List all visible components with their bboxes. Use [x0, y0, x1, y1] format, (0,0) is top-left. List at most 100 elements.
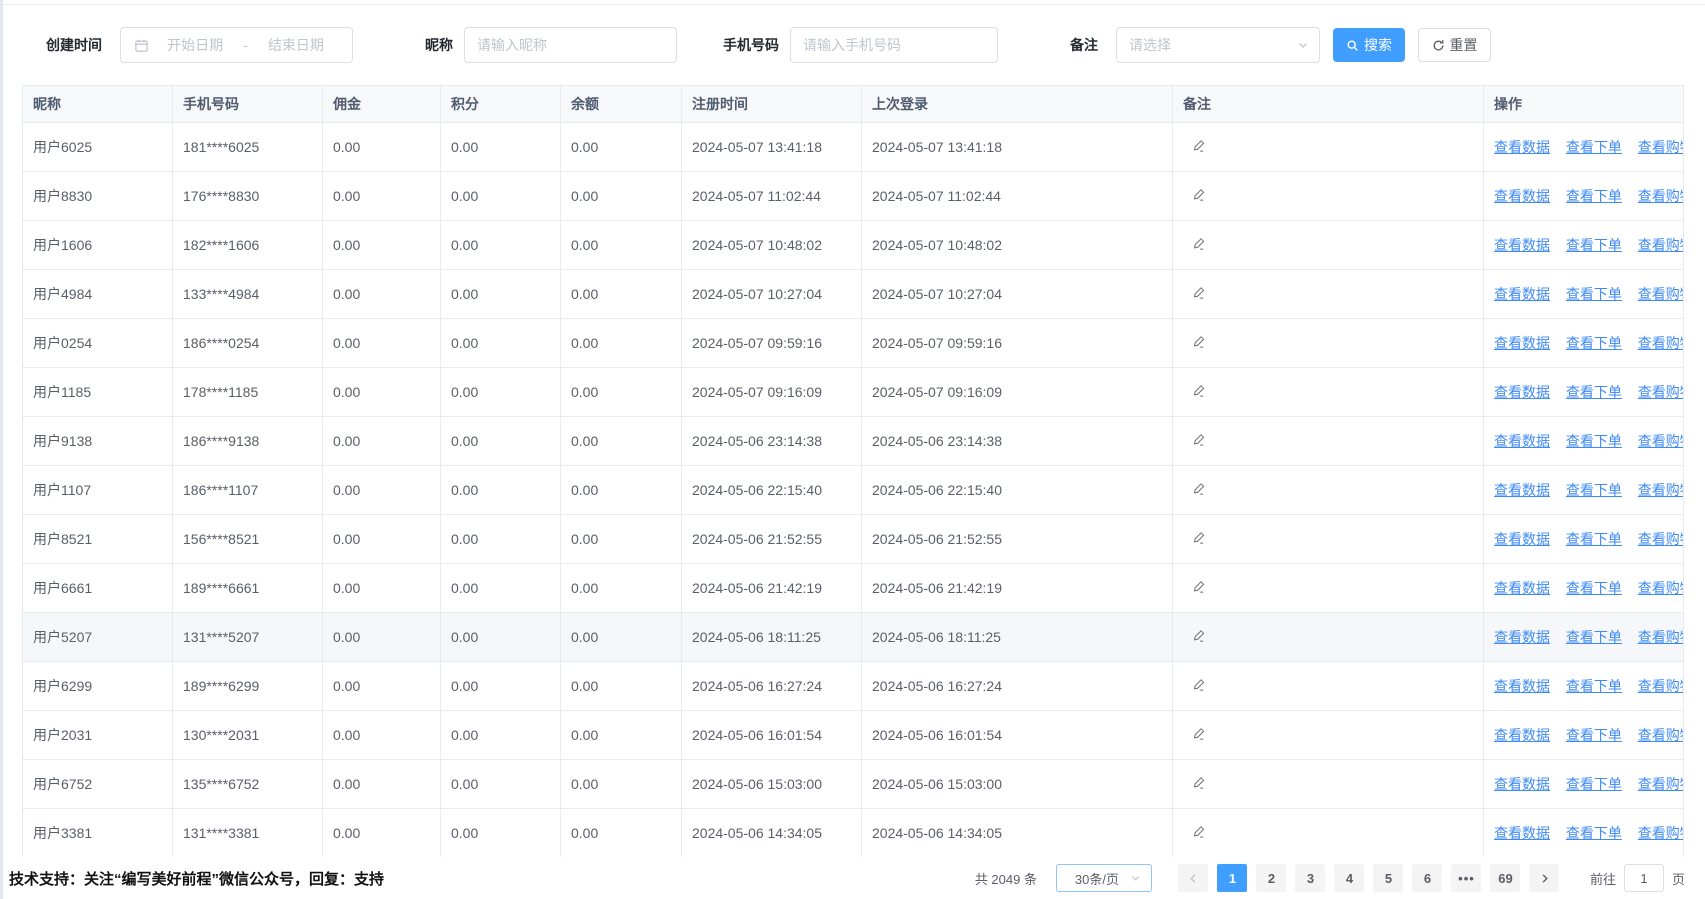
view-data-link[interactable]: 查看数据 — [1494, 286, 1550, 302]
filter-bar: 创建时间 开始日期 - 结束日期 昵称 手机号码 备注 请选择 搜索 — [0, 5, 1705, 85]
remark-select[interactable]: 请选择 — [1116, 27, 1320, 63]
view-cart-link[interactable]: 查看购物车 — [1638, 580, 1684, 596]
view-data-link[interactable]: 查看数据 — [1494, 139, 1550, 155]
edit-remark-icon[interactable] — [1192, 726, 1207, 741]
cell-register-time: 2024-05-07 09:59:16 — [682, 319, 862, 368]
edit-remark-icon[interactable] — [1192, 138, 1207, 153]
view-orders-link[interactable]: 查看下单 — [1566, 531, 1622, 547]
reset-button-label: 重置 — [1450, 35, 1478, 55]
view-orders-link[interactable]: 查看下单 — [1566, 776, 1622, 792]
view-data-link[interactable]: 查看数据 — [1494, 237, 1550, 253]
end-date-placeholder[interactable]: 结束日期 — [250, 35, 342, 55]
reset-button[interactable]: 重置 — [1418, 28, 1491, 62]
view-orders-link[interactable]: 查看下单 — [1566, 286, 1622, 302]
next-page-button[interactable] — [1529, 864, 1559, 892]
pager-page-4[interactable]: 4 — [1334, 864, 1364, 892]
column-header-7: 备注 — [1173, 86, 1484, 123]
view-orders-link[interactable]: 查看下单 — [1566, 482, 1622, 498]
cell-phone: 176****8830 — [173, 172, 323, 221]
view-data-link[interactable]: 查看数据 — [1494, 727, 1550, 743]
edit-remark-icon[interactable] — [1192, 432, 1207, 447]
cell-balance: 0.00 — [561, 221, 682, 270]
view-data-link[interactable]: 查看数据 — [1494, 188, 1550, 204]
pager-page-3[interactable]: 3 — [1295, 864, 1325, 892]
view-cart-link[interactable]: 查看购物车 — [1638, 188, 1684, 204]
view-cart-link[interactable]: 查看购物车 — [1638, 678, 1684, 694]
pager-page-1[interactable]: 1 — [1217, 864, 1247, 892]
edit-remark-icon[interactable] — [1192, 187, 1207, 202]
edit-remark-icon[interactable] — [1192, 530, 1207, 545]
view-cart-link[interactable]: 查看购物车 — [1638, 139, 1684, 155]
page-size-select[interactable]: 30条/页 — [1056, 864, 1152, 892]
view-cart-link[interactable]: 查看购物车 — [1638, 286, 1684, 302]
view-data-link[interactable]: 查看数据 — [1494, 384, 1550, 400]
edit-remark-icon[interactable] — [1192, 775, 1207, 790]
column-header-5: 注册时间 — [682, 86, 862, 123]
pager-page-6[interactable]: 6 — [1412, 864, 1442, 892]
view-data-link[interactable]: 查看数据 — [1494, 678, 1550, 694]
view-data-link[interactable]: 查看数据 — [1494, 433, 1550, 449]
view-cart-link[interactable]: 查看购物车 — [1638, 335, 1684, 351]
edit-remark-icon[interactable] — [1192, 628, 1207, 643]
table-row: 用户4984 133****4984 0.00 0.00 0.00 2024-0… — [23, 270, 1684, 319]
view-data-link[interactable]: 查看数据 — [1494, 580, 1550, 596]
view-cart-link[interactable]: 查看购物车 — [1638, 776, 1684, 792]
view-cart-link[interactable]: 查看购物车 — [1638, 433, 1684, 449]
view-data-link[interactable]: 查看数据 — [1494, 335, 1550, 351]
view-orders-link[interactable]: 查看下单 — [1566, 433, 1622, 449]
view-cart-link[interactable]: 查看购物车 — [1638, 531, 1684, 547]
view-orders-link[interactable]: 查看下单 — [1566, 629, 1622, 645]
edit-remark-icon[interactable] — [1192, 383, 1207, 398]
cell-points: 0.00 — [441, 123, 561, 172]
pager-page-5[interactable]: 5 — [1373, 864, 1403, 892]
search-button[interactable]: 搜索 — [1333, 28, 1405, 62]
view-cart-link[interactable]: 查看购物车 — [1638, 384, 1684, 400]
view-data-link[interactable]: 查看数据 — [1494, 825, 1550, 841]
edit-remark-icon[interactable] — [1192, 236, 1207, 251]
phone-input[interactable] — [790, 27, 998, 63]
view-cart-link[interactable]: 查看购物车 — [1638, 482, 1684, 498]
view-cart-link[interactable]: 查看购物车 — [1638, 629, 1684, 645]
pager-page-2[interactable]: 2 — [1256, 864, 1286, 892]
view-orders-link[interactable]: 查看下单 — [1566, 139, 1622, 155]
view-cart-link[interactable]: 查看购物车 — [1638, 237, 1684, 253]
edit-remark-icon[interactable] — [1192, 285, 1207, 300]
start-date-placeholder[interactable]: 开始日期 — [149, 35, 241, 55]
prev-page-button[interactable] — [1178, 864, 1208, 892]
view-orders-link[interactable]: 查看下单 — [1566, 384, 1622, 400]
cell-phone: 133****4984 — [173, 270, 323, 319]
view-orders-link[interactable]: 查看下单 — [1566, 188, 1622, 204]
create-time-range-picker[interactable]: 开始日期 - 结束日期 — [120, 27, 353, 63]
view-orders-link[interactable]: 查看下单 — [1566, 237, 1622, 253]
view-cart-link[interactable]: 查看购物车 — [1638, 825, 1684, 841]
cell-points: 0.00 — [441, 368, 561, 417]
view-orders-link[interactable]: 查看下单 — [1566, 580, 1622, 596]
edit-remark-icon[interactable] — [1192, 677, 1207, 692]
pager-ellipsis[interactable]: ••• — [1451, 864, 1481, 892]
cell-actions: 查看数据 查看下单 查看购物车 — [1484, 319, 1684, 368]
view-orders-link[interactable]: 查看下单 — [1566, 335, 1622, 351]
view-data-link[interactable]: 查看数据 — [1494, 482, 1550, 498]
cell-phone: 182****1606 — [173, 221, 323, 270]
edit-remark-icon[interactable] — [1192, 481, 1207, 496]
view-orders-link[interactable]: 查看下单 — [1566, 678, 1622, 694]
cell-remark — [1173, 515, 1484, 564]
cell-register-time: 2024-05-06 16:27:24 — [682, 662, 862, 711]
edit-remark-icon[interactable] — [1192, 334, 1207, 349]
view-data-link[interactable]: 查看数据 — [1494, 531, 1550, 547]
pager-page-69[interactable]: 69 — [1490, 864, 1520, 892]
column-header-6: 上次登录 — [862, 86, 1173, 123]
view-cart-link[interactable]: 查看购物车 — [1638, 727, 1684, 743]
edit-remark-icon[interactable] — [1192, 824, 1207, 839]
view-data-link[interactable]: 查看数据 — [1494, 629, 1550, 645]
table-row: 用户6025 181****6025 0.00 0.00 0.00 2024-0… — [23, 123, 1684, 172]
nickname-input[interactable] — [464, 27, 677, 63]
cell-balance: 0.00 — [561, 270, 682, 319]
view-orders-link[interactable]: 查看下单 — [1566, 825, 1622, 841]
page-size-value: 30条/页 — [1075, 869, 1119, 888]
view-orders-link[interactable]: 查看下单 — [1566, 727, 1622, 743]
jump-page-input[interactable] — [1624, 864, 1664, 892]
cell-points: 0.00 — [441, 466, 561, 515]
edit-remark-icon[interactable] — [1192, 579, 1207, 594]
view-data-link[interactable]: 查看数据 — [1494, 776, 1550, 792]
